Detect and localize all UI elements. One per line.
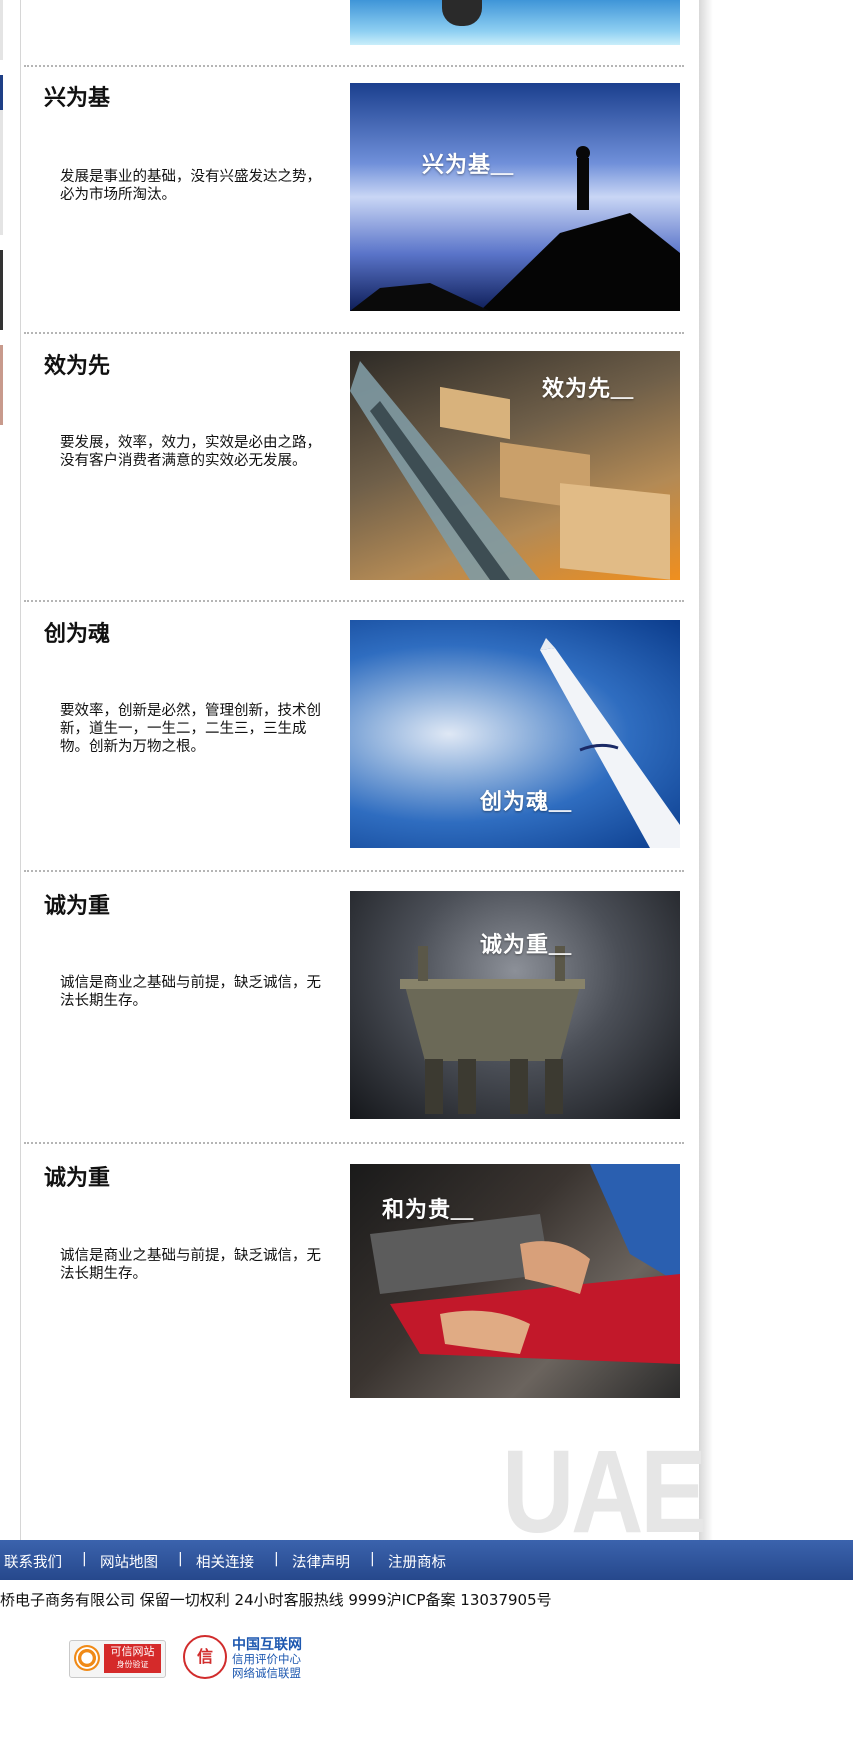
image-caption: 创为魂＿ [480, 790, 573, 815]
top-partial-image [350, 0, 680, 45]
footer-link-contact[interactable]: 联系我们 [4, 1551, 62, 1572]
footer-link-legal[interactable]: 法律声明 [292, 1551, 350, 1572]
section-description: 诚信是商业之基础与前提，缺乏诚信，无法长期生存。 [60, 1248, 321, 1282]
section-title: 诚为重 [44, 893, 111, 919]
section-separator [24, 1142, 684, 1144]
footer-link-related[interactable]: 相关连接 [196, 1551, 254, 1572]
nav-separator: | [178, 1551, 183, 1567]
credit-seal-icon: 信 [183, 1635, 227, 1679]
section-title: 创为魂 [44, 621, 111, 647]
nav-separator: | [82, 1551, 87, 1567]
footer-link-sitemap[interactable]: 网站地图 [100, 1551, 158, 1572]
section-description: 诚信是商业之基础与前提，缺乏诚信，无法长期生存。 [60, 975, 321, 1009]
section-separator [24, 65, 684, 67]
image-caption: 诚为重＿ [480, 933, 573, 958]
image-caption: 兴为基＿ [422, 153, 515, 178]
trusted-site-line2: 身份验证 [116, 1660, 149, 1669]
section-separator [24, 332, 684, 334]
cnnic-line3: 网络诚信联盟 [232, 1666, 301, 1680]
section-description: 要发展，效率，效力，实效是必由之路，没有客户消费者满意的实效必无发展。 [60, 435, 321, 469]
cnnic-credit-badge[interactable]: 信 中国互联网 信用评价中心 网络诚信联盟 [183, 1634, 318, 1680]
nav-separator: | [274, 1551, 279, 1567]
section-description: 要效率，创新是必然，管理创新，技术创新，道生一，一生二，二生三，三生成物。创新为… [60, 703, 321, 755]
trusted-site-label: 可信网站 身份验证 [104, 1644, 161, 1673]
section-image-hands: 和为贵＿ [350, 1164, 680, 1398]
footer-link-trademark[interactable]: 注册商标 [388, 1551, 446, 1572]
image-caption: 效为先＿ [542, 377, 635, 402]
copyright-text: 桥电子商务有限公司 保留一切权利 24小时客服热线 9999沪ICP备案 130… [0, 1591, 552, 1609]
trusted-site-icon [74, 1645, 100, 1671]
section-image-conveyor: 效为先＿ [350, 351, 680, 580]
section-title: 效为先 [44, 353, 111, 379]
image-caption: 和为贵＿ [382, 1198, 475, 1223]
nav-separator: | [370, 1551, 375, 1567]
section-image-mountain: 兴为基＿ [350, 83, 680, 311]
section-separator [24, 600, 684, 602]
section-separator [24, 870, 684, 872]
left-rail [0, 0, 4, 440]
footer-nav-bar: 联系我们 | 网站地图 | 相关连接 | 法律声明 | 注册商标 [0, 1540, 853, 1580]
section-title: 兴为基 [44, 85, 111, 111]
trusted-site-badge[interactable]: 可信网站 身份验证 [69, 1640, 166, 1678]
section-description: 发展是事业的基础，没有兴盛发达之势，必为市场所淘汰。 [60, 169, 321, 203]
section-title: 诚为重 [44, 1165, 111, 1191]
section-image-bronze-vessel: 诚为重＿ [350, 891, 680, 1119]
trusted-site-line1: 可信网站 [110, 1645, 155, 1658]
section-image-rocket: 创为魂＿ [350, 620, 680, 848]
panel-shadow [699, 0, 713, 1540]
